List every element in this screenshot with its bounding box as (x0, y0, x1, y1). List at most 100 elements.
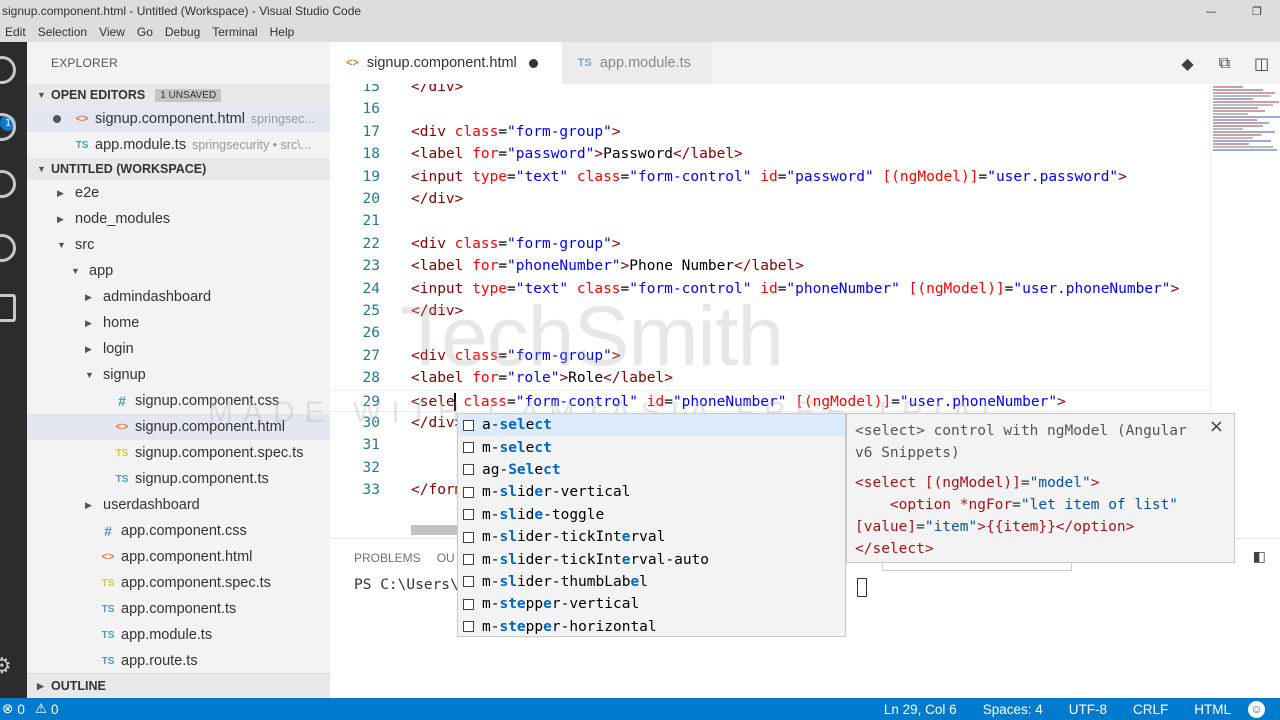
suggestion-item[interactable]: m-sl id e -toggle (458, 504, 845, 526)
code-line[interactable]: 17 <div class="form-group"> (330, 121, 1210, 143)
code-line[interactable]: 28 <label for="role">Role</label> (330, 367, 1210, 389)
git-compare-icon[interactable]: ◆ (1169, 54, 1206, 73)
tree-item[interactable]: ▶ node_modules (27, 206, 330, 232)
code-token: <div (411, 235, 455, 252)
gear-icon[interactable]: ⚙ (0, 656, 12, 678)
code-line[interactable]: 24 <input type="text" class="form-control… (330, 278, 1210, 300)
suggestion-item[interactable]: ag- Sel e ct (458, 459, 845, 481)
tree-item[interactable]: ▶ e2e (27, 180, 330, 206)
tree-item[interactable]: # app.component.css (27, 518, 330, 544)
source-control-icon[interactable] (0, 170, 16, 198)
tab-problems[interactable]: PROBLEMS (354, 551, 421, 565)
suggestion-text: m- (482, 529, 500, 546)
open-editor-item[interactable]: <> signup.component.html springsec... (27, 106, 330, 132)
tree-item[interactable]: <> app.component.html (27, 544, 330, 570)
code-line[interactable]: 27 <div class="form-group"> (330, 345, 1210, 367)
suggestion-item[interactable]: m-sel e ct (458, 436, 845, 458)
tree-item[interactable]: ▶ userdashboard (27, 492, 330, 518)
outline-header[interactable]: ▶ OUTLINE (27, 673, 330, 698)
code-line[interactable]: 23 <label for="phoneNumber">Phone Number<… (330, 255, 1210, 277)
suggestion-item[interactable]: m-ste pp e r-vertical (458, 593, 845, 615)
split-editor-icon[interactable]: ◫ (1243, 54, 1280, 73)
errors-icon[interactable]: ⊗ (0, 701, 17, 717)
code-token: > (1118, 168, 1127, 185)
minimap-line (1213, 149, 1277, 151)
code-line[interactable]: 29 <sele class="form-control" id="phoneNu… (330, 389, 1210, 412)
open-preview-icon[interactable]: ⧉ (1206, 53, 1243, 73)
maximize-panel-icon[interactable]: ◧ (1253, 549, 1266, 565)
close-icon[interactable]: × (1209, 416, 1224, 437)
menu-go[interactable]: Go (132, 25, 160, 39)
code-line[interactable]: 16 (330, 98, 1210, 120)
tree-item[interactable]: ▼ app (27, 258, 330, 284)
tree-item[interactable]: TS app.component.ts (27, 596, 330, 622)
tree-item[interactable]: ▼ src (27, 232, 330, 258)
tree-item-label: app.component.html (121, 549, 253, 565)
minimize-button[interactable]: — (1188, 0, 1234, 22)
tab-output[interactable]: OU (437, 551, 455, 565)
code-line[interactable]: 26 (330, 322, 1210, 344)
unsaved-dot-icon[interactable] (528, 58, 538, 68)
extensions-icon[interactable] (0, 294, 16, 322)
tree-item[interactable]: TS app.component.spec.ts (27, 570, 330, 596)
code-line[interactable]: 19 <input type="text" class="form-control… (330, 166, 1210, 188)
menu-view[interactable]: View (94, 25, 132, 39)
code-line[interactable]: 15 </div> (330, 84, 1210, 98)
code-token: </div> (411, 191, 464, 207)
suggestion-item[interactable]: m-sl ider-thumbLab e l (458, 571, 845, 593)
tree-item[interactable]: # signup.component.css (27, 388, 330, 414)
menu-edit[interactable]: Edit (0, 25, 33, 39)
tab-app-module-ts[interactable]: TS app.module.ts (561, 42, 712, 84)
tree-item[interactable]: TS signup.component.ts (27, 466, 330, 492)
suggestion-item[interactable]: m-sl ider-tickInt e rval-auto (458, 548, 845, 570)
code-line[interactable]: 25 </div> (330, 300, 1210, 322)
suggestion-item[interactable]: a-sel e ct (458, 414, 845, 437)
feedback-smiley-icon[interactable]: ☺ (1248, 700, 1265, 718)
tree-item[interactable]: TS app.route.ts (27, 648, 330, 674)
line-number: 18 (362, 146, 380, 163)
terminal-output[interactable]: PS C:\Users\ (354, 577, 459, 593)
tree-item[interactable]: TS app.module.ts (27, 622, 330, 648)
menu-terminal[interactable]: Terminal (207, 25, 264, 39)
code-line[interactable]: 21 (330, 210, 1210, 232)
debug-icon[interactable] (0, 234, 16, 262)
code-line[interactable]: 20 </div> (330, 188, 1210, 210)
menu-selection[interactable]: Selection (33, 25, 94, 39)
tree-item[interactable]: ▶ admindashboard (27, 284, 330, 310)
indentation[interactable]: Spaces: 4 (970, 702, 1056, 717)
cursor-position[interactable]: Ln 29, Col 6 (871, 702, 970, 717)
line-number: 31 (362, 437, 380, 454)
warning-count[interactable]: 0 (51, 702, 59, 717)
tree-item[interactable]: TS signup.component.spec.ts (27, 440, 330, 466)
open-editor-item[interactable]: TS app.module.ts springsecurity • src\..… (27, 132, 330, 158)
warnings-icon[interactable]: ⚠ (25, 701, 51, 717)
menu-debug[interactable]: Debug (160, 25, 207, 39)
suggestion-item[interactable]: m-sl id e r-vertical (458, 481, 845, 503)
tree-item[interactable]: ▼ signup (27, 362, 330, 388)
minimap-line (1213, 137, 1253, 139)
suggestion-text: m- (482, 618, 500, 635)
menu-help[interactable]: Help (265, 25, 302, 39)
language-mode[interactable]: HTML (1181, 702, 1244, 717)
encoding[interactable]: UTF-8 (1056, 702, 1120, 717)
tree-item[interactable]: ▶ home (27, 310, 330, 336)
line-ending[interactable]: CRLF (1120, 702, 1181, 717)
tree-item[interactable]: <> signup.component.html (27, 414, 330, 440)
tab-signup-component-html[interactable]: <> signup.component.html (330, 42, 562, 84)
snippet-token: </select> (855, 541, 934, 557)
snippet-icon (463, 621, 474, 633)
code-line[interactable]: 18 <label for="password">Password</label> (330, 143, 1210, 165)
code-line[interactable]: 22 <div class="form-group"> (330, 233, 1210, 255)
tree-item[interactable]: ▶ login (27, 336, 330, 362)
suggestion-item[interactable]: m-sl ider-tickInt e rval (458, 526, 845, 548)
restore-button[interactable]: ❐ (1234, 0, 1280, 22)
suggestion-item[interactable]: m-ste pp e r-horizontal (458, 616, 845, 636)
workspace-header[interactable]: ▼ UNTITLED (WORKSPACE) (27, 158, 330, 180)
error-count[interactable]: 0 (17, 702, 25, 717)
code-text: <input type="text" class="form-control" … (411, 278, 1179, 300)
workspace-label: UNTITLED (WORKSPACE) (51, 162, 207, 176)
unsaved-dot-icon[interactable] (53, 115, 61, 123)
explorer-icon[interactable] (0, 56, 16, 84)
code-text: </div> (411, 84, 463, 98)
open-editors-header[interactable]: ▼ OPEN EDITORS 1 UNSAVED (27, 84, 330, 106)
